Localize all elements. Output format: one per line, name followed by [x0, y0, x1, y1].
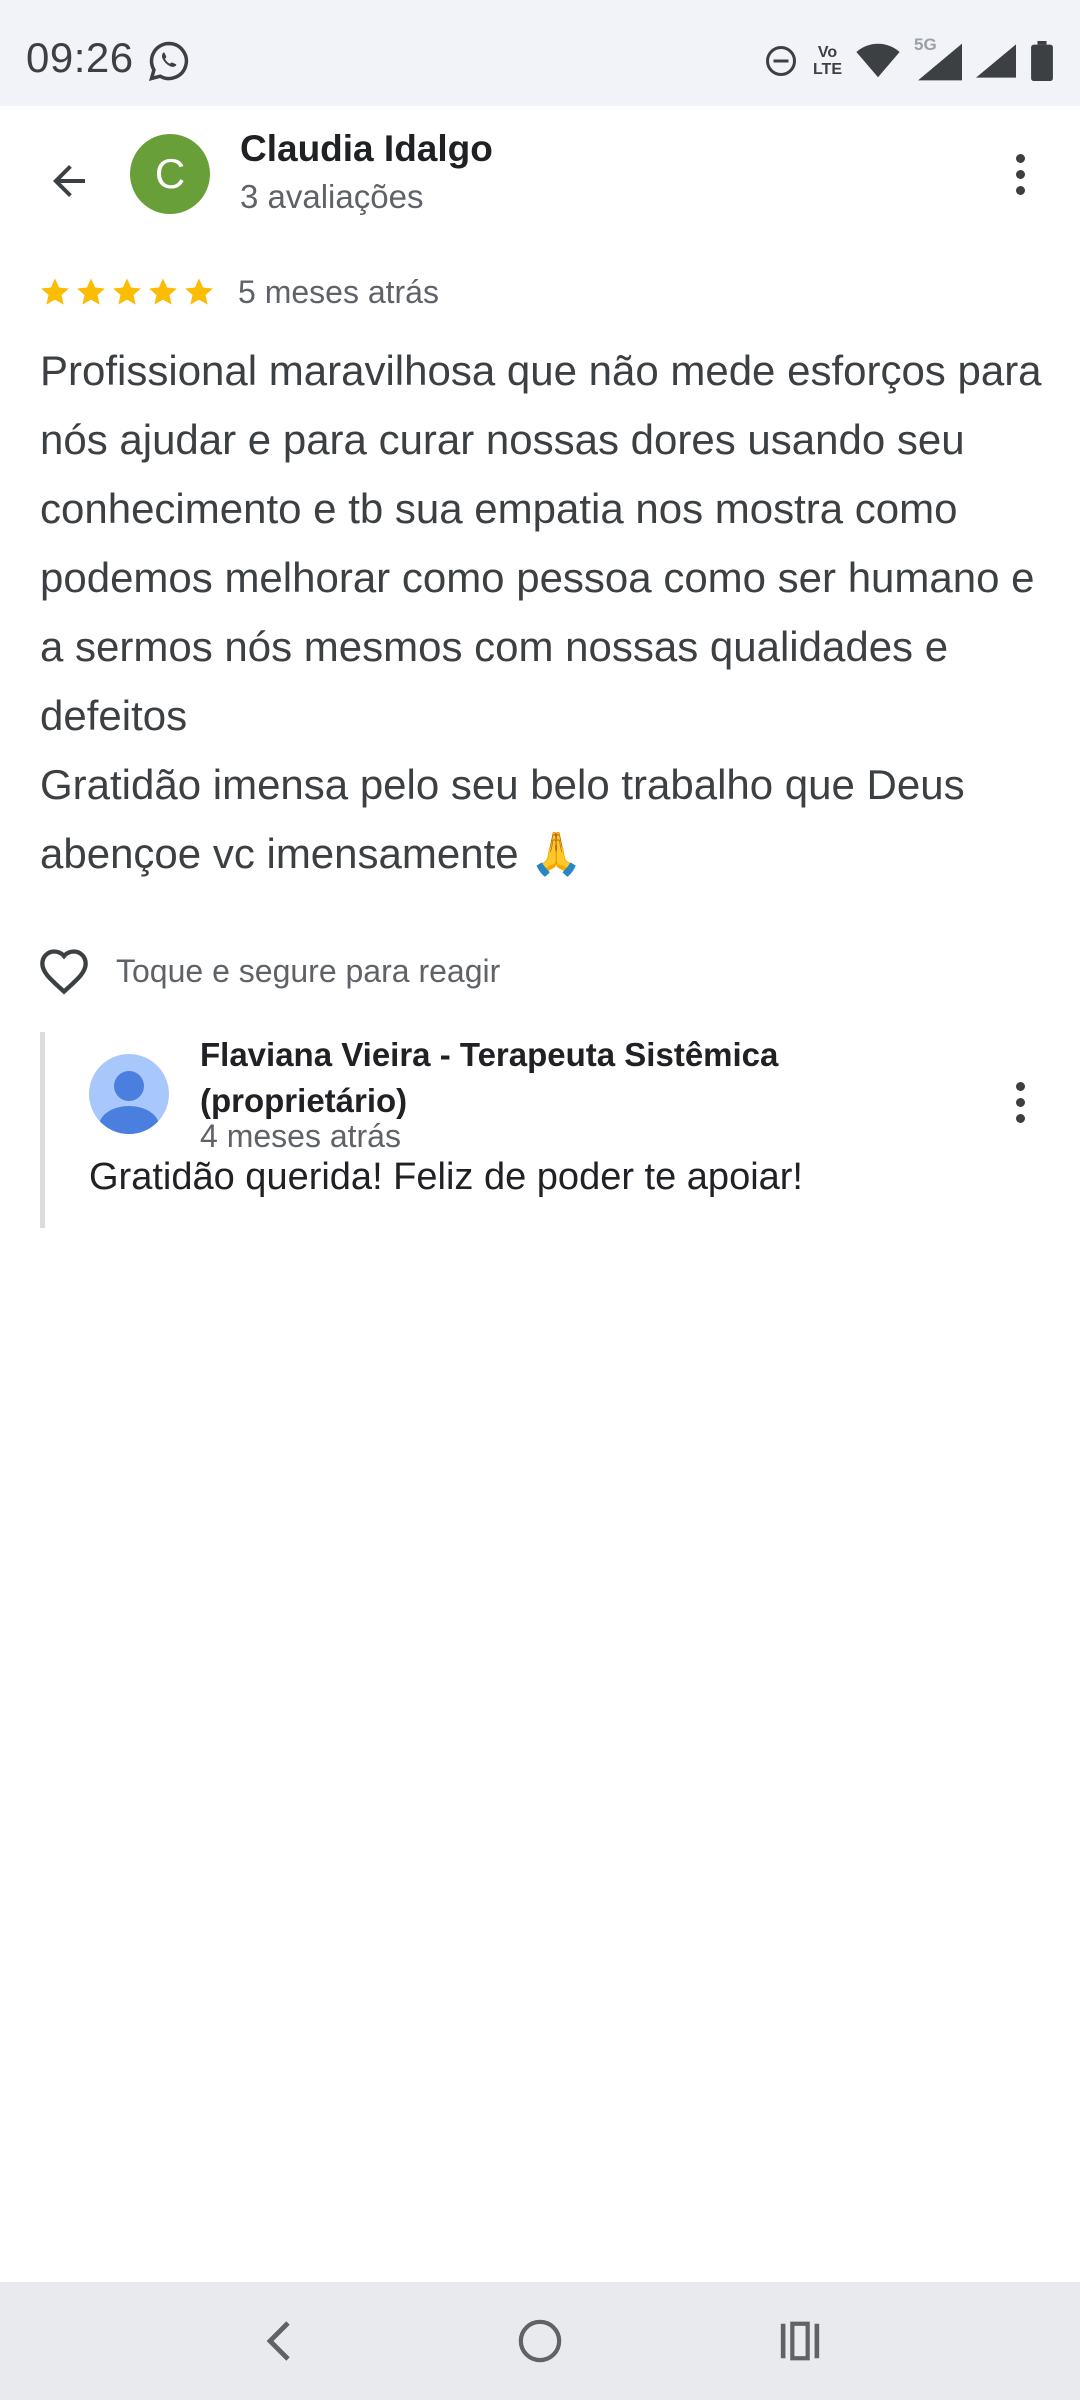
star-rating — [38, 275, 216, 309]
owner-reply-time: 4 meses atrás — [200, 1118, 401, 1154]
star-icon — [149, 278, 177, 305]
nav-back-button[interactable] — [240, 2301, 320, 2381]
react-button[interactable]: Toque e segure para reagir — [38, 946, 500, 996]
signal-5g-icon: 5G — [914, 35, 962, 81]
system-nav-bar — [0, 2282, 1080, 2400]
wifi-icon — [856, 43, 900, 78]
nav-recents-icon — [780, 2321, 820, 2361]
status-bar: 09:26 Vo LTE 5G — [0, 0, 1080, 106]
star-icon — [41, 278, 69, 305]
status-icons: Vo LTE 5G — [763, 35, 1054, 86]
reviewer-review-count: 3 avaliações — [240, 178, 424, 215]
arrow-back-icon — [53, 165, 85, 197]
reply-more-options-button[interactable] — [990, 1072, 1050, 1132]
more-options-button[interactable] — [990, 144, 1050, 204]
dnd-icon — [765, 46, 796, 76]
nav-home-icon — [518, 2319, 562, 2363]
nav-home-button[interactable] — [500, 2301, 580, 2381]
person-avatar-icon[interactable] — [89, 1054, 169, 1134]
whatsapp-icon — [148, 41, 189, 81]
rating-row: 5 meses atrás — [38, 270, 439, 314]
star-icon — [113, 278, 141, 305]
star-icon — [77, 278, 105, 305]
more-vert-icon — [1015, 1081, 1025, 1091]
review-time: 5 meses atrás — [238, 273, 439, 310]
status-time: 09:26 — [26, 34, 134, 81]
reviewer-avatar[interactable]: C — [130, 134, 210, 214]
react-label: Toque e segure para reagir — [116, 952, 501, 989]
more-vert-icon — [1015, 153, 1025, 163]
reviewer-name[interactable]: Claudia Idalgo — [240, 128, 493, 170]
nav-back-icon — [266, 2321, 290, 2361]
nav-recents-button[interactable] — [760, 2301, 840, 2381]
reviewer-header: C Claudia Idalgo 3 avaliações — [0, 106, 1080, 256]
star-icon — [185, 278, 213, 305]
battery-icon — [1031, 41, 1053, 81]
owner-reply-text: Gratidão querida! Feliz de poder te apoi… — [89, 1156, 803, 1198]
heart-outline-icon — [40, 949, 88, 995]
owner-reply: Flaviana Vieira - Terapeuta Sistêmica (p… — [40, 1032, 1050, 1228]
owner-name: Flaviana Vieira - Terapeuta Sistêmica (p… — [200, 1036, 779, 1119]
signal-icon — [976, 44, 1016, 78]
volte-icon: Vo LTE — [812, 44, 842, 78]
back-button[interactable] — [38, 150, 100, 212]
review-text: Profissional maravilhosa que não mede es… — [40, 347, 1042, 877]
review-detail-screen: 09:26 Vo LTE 5G C Claudia Idalgo 3 avali… — [0, 0, 1080, 2400]
